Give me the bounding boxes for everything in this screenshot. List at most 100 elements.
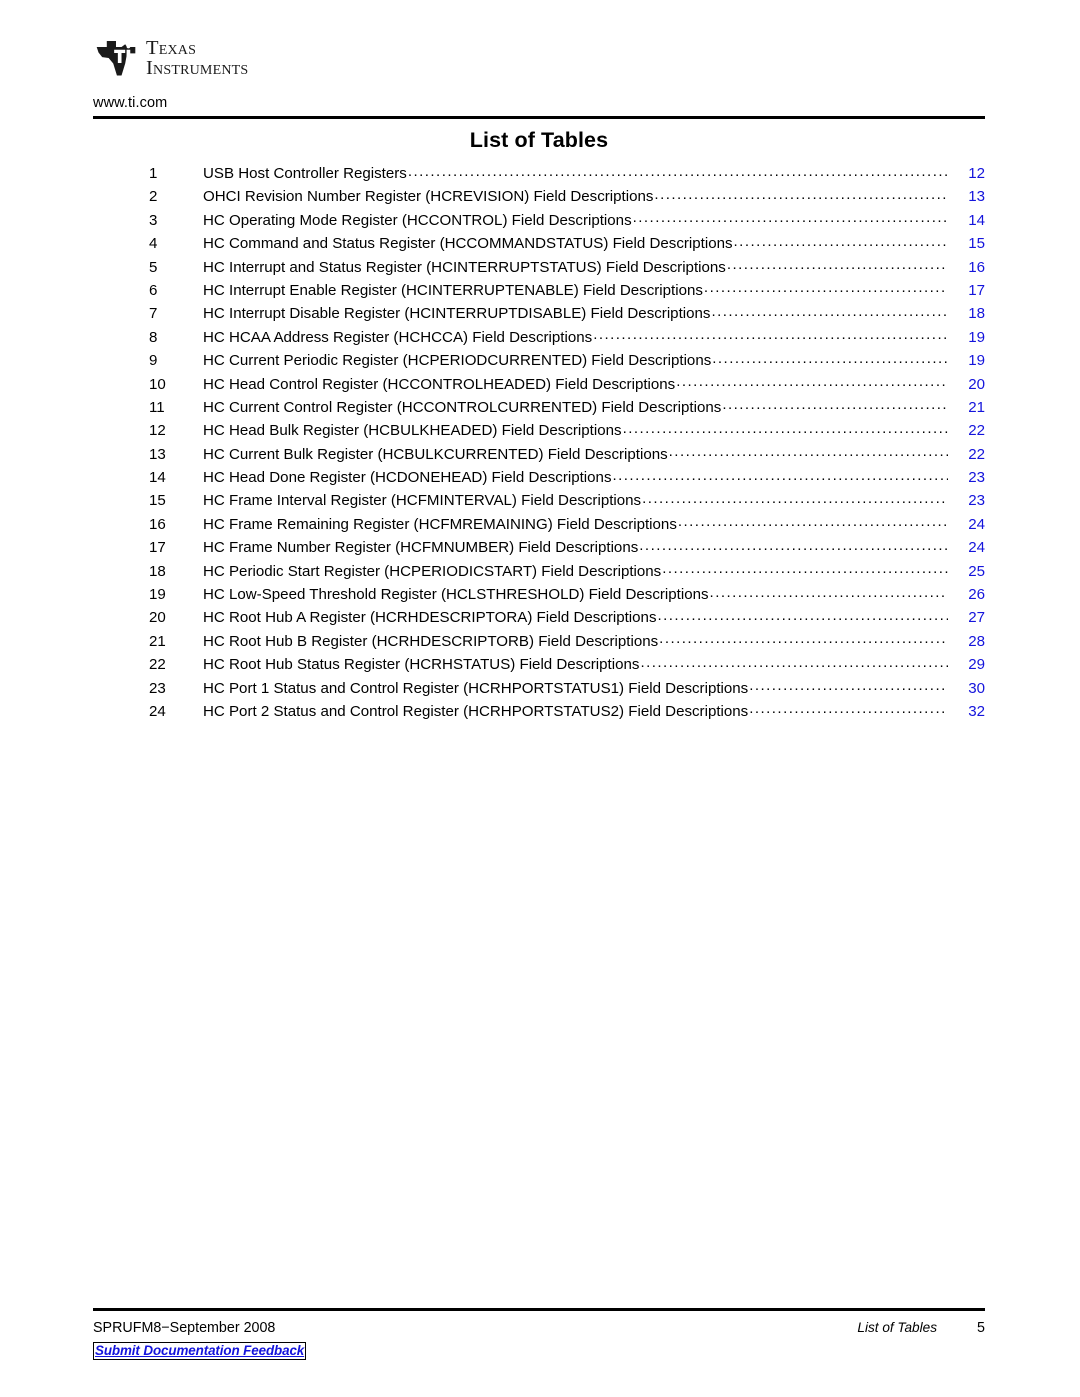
toc-entry-page[interactable]: 19 xyxy=(951,349,985,372)
toc-entry[interactable]: 22 HC Root Hub Status Register (HCRHSTAT… xyxy=(93,653,985,676)
footer-divider xyxy=(93,1308,985,1311)
toc-entry[interactable]: 4 HC Command and Status Register (HCCOMM… xyxy=(93,232,985,255)
toc-entry[interactable]: 13 HC Current Bulk Register (HCBULKCURRE… xyxy=(93,443,985,466)
toc-entry[interactable]: 15 HC Frame Interval Register (HCFMINTER… xyxy=(93,489,985,512)
ti-wordmark: Texas Instruments xyxy=(146,38,249,79)
ti-texas-mark-icon xyxy=(96,40,136,76)
toc-entry-number: 8 xyxy=(149,328,158,346)
page-footer: SPRUFM8−September 2008 List of Tables 5 … xyxy=(93,1320,985,1380)
toc-entry-page[interactable]: 19 xyxy=(951,326,985,349)
toc-entry-page[interactable]: 13 xyxy=(951,185,985,208)
toc-entry-page[interactable]: 17 xyxy=(951,279,985,302)
toc-entry-page[interactable]: 21 xyxy=(951,396,985,419)
toc-entry-label: HC Head Control Register (HCCONTROLHEADE… xyxy=(203,375,676,393)
dot-leader xyxy=(711,304,948,319)
toc-entry-page[interactable]: 14 xyxy=(951,209,985,232)
toc-entry[interactable]: 2 OHCI Revision Number Register (HCREVIS… xyxy=(93,185,985,208)
dot-leader xyxy=(613,468,949,483)
toc-entry[interactable]: 23 HC Port 1 Status and Control Register… xyxy=(93,677,985,700)
toc-entry-page[interactable]: 27 xyxy=(951,606,985,629)
dot-leader xyxy=(727,257,948,272)
submit-documentation-feedback-link[interactable]: Submit Documentation Feedback xyxy=(93,1342,307,1360)
toc-entry-label: HC Low-Speed Threshold Register (HCLSTHR… xyxy=(203,586,709,604)
toc-entry-page[interactable]: 32 xyxy=(951,700,985,723)
toc-entry-page[interactable]: 12 xyxy=(951,162,985,185)
toc-entry-number: 10 xyxy=(149,375,166,393)
footer-page-number: 5 xyxy=(977,1320,985,1336)
toc-entry-page[interactable]: 23 xyxy=(951,489,985,512)
toc-entry-page[interactable]: 22 xyxy=(951,443,985,466)
toc-entry-number: 5 xyxy=(149,258,158,276)
document-id: SPRUFM8−September 2008 xyxy=(93,1320,276,1336)
toc-entry[interactable]: 24 HC Port 2 Status and Control Register… xyxy=(93,700,985,723)
toc-entry[interactable]: 1 USB Host Controller Registers 12 xyxy=(93,162,985,185)
document-page: Texas Instruments www.ti.com List of Tab… xyxy=(0,0,1080,1397)
toc-entry-number: 23 xyxy=(149,679,166,697)
toc-entry-label: HC Head Bulk Register (HCBULKHEADED) Fie… xyxy=(203,422,622,440)
toc-entry-label: HC Root Hub A Register (HCRHDESCRIPTORA)… xyxy=(203,609,657,627)
toc-entry-label: HC Current Bulk Register (HCBULKCURRENTE… xyxy=(203,445,668,463)
toc-entry-label: HC Interrupt and Status Register (HCINTE… xyxy=(203,258,726,276)
toc-entry-label: HC Interrupt Disable Register (HCINTERRU… xyxy=(203,305,711,323)
toc-entry-page[interactable]: 23 xyxy=(951,466,985,489)
dot-leader xyxy=(640,655,948,670)
dot-leader xyxy=(710,585,948,600)
toc-entry-page[interactable]: 22 xyxy=(951,419,985,442)
toc-entry-number: 2 xyxy=(149,188,158,206)
dot-leader xyxy=(678,514,948,529)
dot-leader xyxy=(676,374,948,389)
toc-entry[interactable]: 8 HC HCAA Address Register (HCHCCA) Fiel… xyxy=(93,326,985,349)
toc-entry-page[interactable]: 29 xyxy=(951,653,985,676)
toc-entry-label: HC Current Periodic Register (HCPERIODCU… xyxy=(203,352,712,370)
dot-leader xyxy=(633,210,948,225)
toc-entry-number: 21 xyxy=(149,632,166,650)
toc-entry-label: HC Port 1 Status and Control Register (H… xyxy=(203,679,749,697)
toc-entry[interactable]: 17 HC Frame Number Register (HCFMNUMBER)… xyxy=(93,536,985,559)
ti-wordmark-line-2: Instruments xyxy=(146,57,249,79)
toc-entry-page[interactable]: 30 xyxy=(951,677,985,700)
toc-entry-number: 3 xyxy=(149,211,158,229)
toc-entry[interactable]: 20 HC Root Hub A Register (HCRHDESCRIPTO… xyxy=(93,606,985,629)
toc-entry[interactable]: 10 HC Head Control Register (HCCONTROLHE… xyxy=(93,373,985,396)
toc-entry-label: HC Frame Remaining Register (HCFMREMAINI… xyxy=(203,515,677,533)
toc-entry-label: HC Port 2 Status and Control Register (H… xyxy=(203,702,749,720)
toc-entry-number: 6 xyxy=(149,281,158,299)
dot-leader xyxy=(593,327,948,342)
toc-entry-page[interactable]: 24 xyxy=(951,536,985,559)
toc-entry-page[interactable]: 25 xyxy=(951,560,985,583)
page-title: List of Tables xyxy=(469,128,609,152)
toc-entry[interactable]: 9 HC Current Periodic Register (HCPERIOD… xyxy=(93,349,985,372)
dot-leader xyxy=(749,701,948,716)
footer-chapter-name: List of Tables xyxy=(857,1320,937,1335)
toc-entry-label: OHCI Revision Number Register (HCREVISIO… xyxy=(203,188,654,206)
dot-leader xyxy=(658,608,949,623)
toc-entry[interactable]: 12 HC Head Bulk Register (HCBULKHEADED) … xyxy=(93,419,985,442)
dot-leader xyxy=(704,280,948,295)
toc-entry[interactable]: 11 HC Current Control Register (HCCONTRO… xyxy=(93,396,985,419)
toc-entry[interactable]: 14 HC Head Done Register (HCDONEHEAD) Fi… xyxy=(93,466,985,489)
toc-entry-page[interactable]: 20 xyxy=(951,373,985,396)
dot-leader xyxy=(654,187,948,202)
dot-leader xyxy=(623,421,948,436)
toc-entry[interactable]: 21 HC Root Hub B Register (HCRHDESCRIPTO… xyxy=(93,630,985,653)
toc-entry[interactable]: 5 HC Interrupt and Status Register (HCIN… xyxy=(93,256,985,279)
toc-entry-page[interactable]: 16 xyxy=(951,256,985,279)
toc-entry-label: HC Root Hub B Register (HCRHDESCRIPTORB)… xyxy=(203,632,659,650)
toc-entry-page[interactable]: 28 xyxy=(951,630,985,653)
toc-entry-page[interactable]: 26 xyxy=(951,583,985,606)
dot-leader xyxy=(669,444,948,459)
header-divider xyxy=(93,116,985,119)
toc-entry[interactable]: 3 HC Operating Mode Register (HCCONTROL)… xyxy=(93,209,985,232)
toc-entry-page[interactable]: 24 xyxy=(951,513,985,536)
toc-entry-number: 17 xyxy=(149,539,166,557)
toc-entry-number: 24 xyxy=(149,702,166,720)
toc-entry[interactable]: 7 HC Interrupt Disable Register (HCINTER… xyxy=(93,302,985,325)
toc-entry[interactable]: 16 HC Frame Remaining Register (HCFMREMA… xyxy=(93,513,985,536)
toc-entry[interactable]: 6 HC Interrupt Enable Register (HCINTERR… xyxy=(93,279,985,302)
toc-entry-number: 11 xyxy=(149,398,165,416)
toc-entry-number: 7 xyxy=(149,305,158,323)
toc-entry-page[interactable]: 15 xyxy=(951,232,985,255)
toc-entry[interactable]: 19 HC Low-Speed Threshold Register (HCLS… xyxy=(93,583,985,606)
toc-entry-page[interactable]: 18 xyxy=(951,302,985,325)
toc-entry[interactable]: 18 HC Periodic Start Register (HCPERIODI… xyxy=(93,560,985,583)
